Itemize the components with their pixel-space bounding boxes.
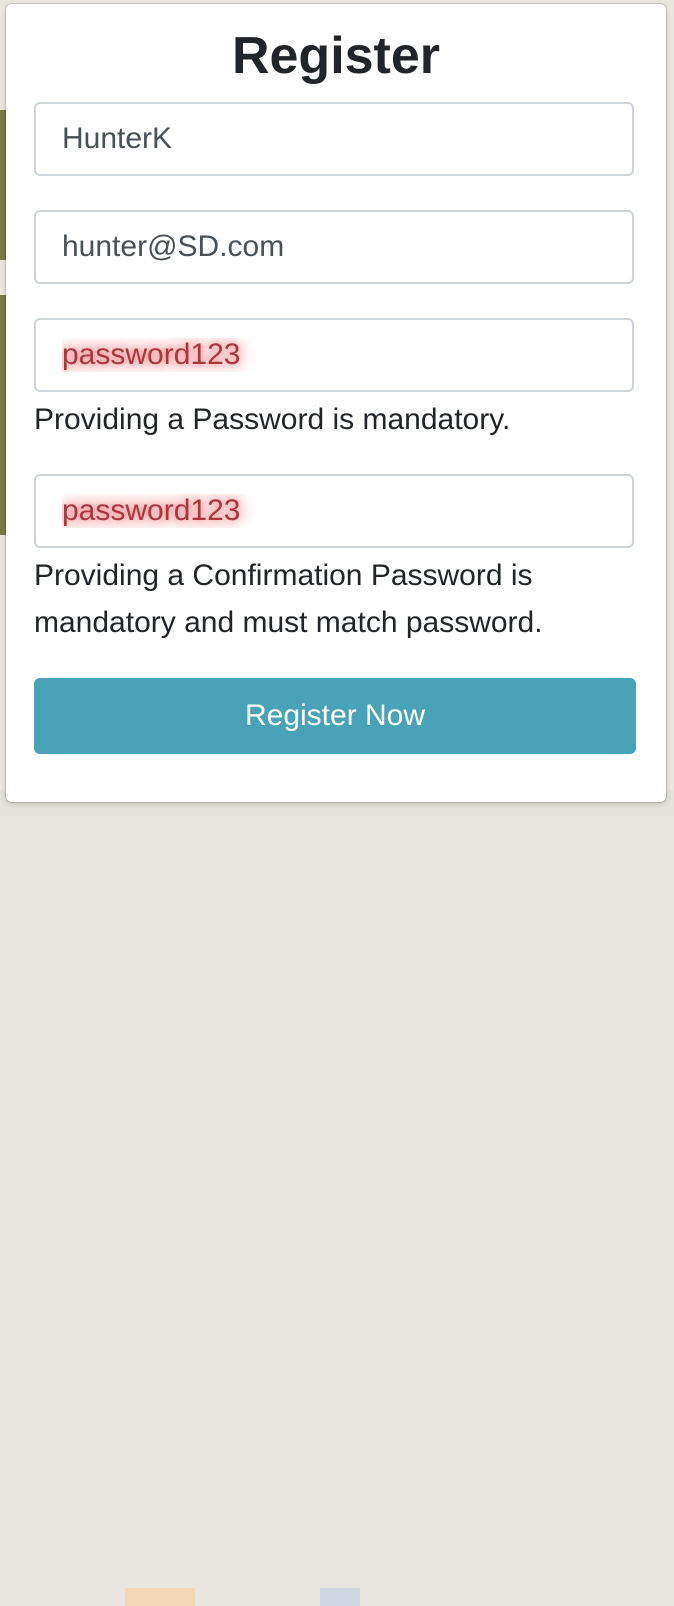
modal-title: Register xyxy=(231,27,441,85)
username-field[interactable] xyxy=(34,102,634,176)
password-field[interactable] xyxy=(34,318,634,392)
password-error-message: Providing a Password is mandatory. xyxy=(34,403,511,436)
register-modal: Register Providing a Password is mandato… xyxy=(6,4,666,802)
background-map-tile xyxy=(320,1588,360,1606)
email-field[interactable] xyxy=(34,210,634,284)
confirm-password-field[interactable] xyxy=(34,474,634,548)
register-now-button[interactable]: Register Now xyxy=(34,678,636,754)
background-map-tile xyxy=(125,1588,195,1606)
confirm-password-error-message: Providing a Confirmation Password is man… xyxy=(34,559,543,639)
